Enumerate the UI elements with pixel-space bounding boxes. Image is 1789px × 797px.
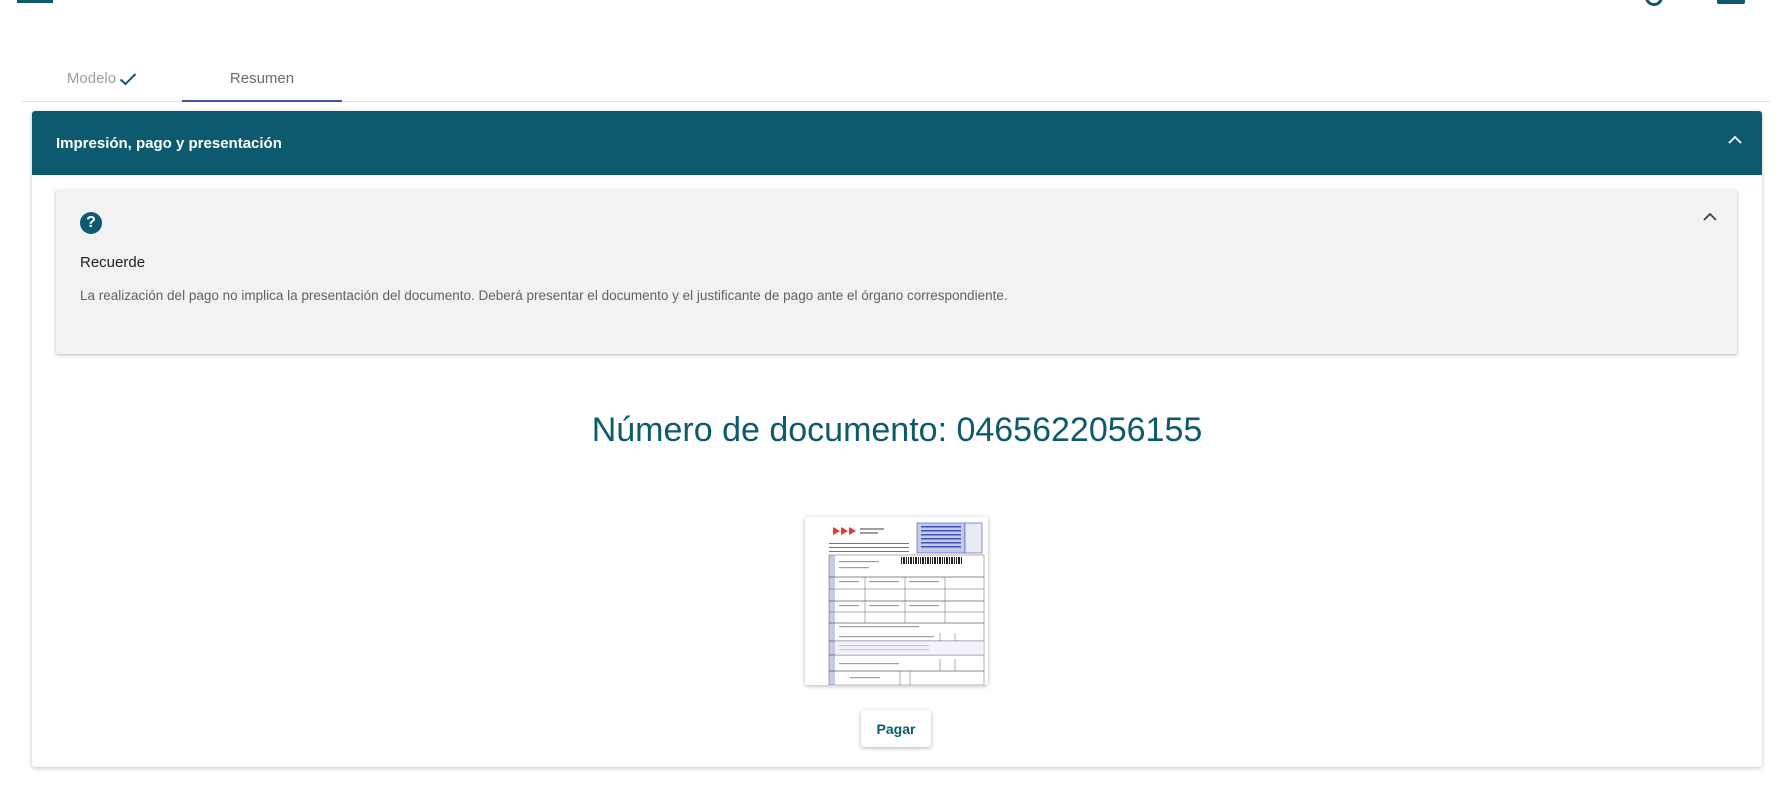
document-thumbnail-image xyxy=(805,517,988,685)
document-preview[interactable] xyxy=(805,517,988,685)
help-circle-icon: ? xyxy=(80,212,102,234)
tab-modelo[interactable]: Modelo xyxy=(22,56,182,101)
tab-resumen-label: Resumen xyxy=(229,70,295,87)
panel-header[interactable]: Impresión, pago y presentación xyxy=(32,111,1762,175)
check-icon xyxy=(119,72,137,85)
chevron-up-icon[interactable] xyxy=(1703,212,1717,221)
notice-text: La realización del pago no implica la pr… xyxy=(80,288,1008,303)
menu-icon[interactable] xyxy=(17,0,53,3)
tab-resumen[interactable]: Resumen xyxy=(182,56,342,101)
notice-title: Recuerde xyxy=(80,254,146,271)
step-tabs: Modelo Resumen xyxy=(22,56,1770,102)
tab-modelo-label: Modelo xyxy=(66,70,117,87)
summary-card: Impresión, pago y presentación ? Recuerd… xyxy=(32,111,1762,767)
active-tab-indicator xyxy=(182,100,342,102)
chevron-up-icon[interactable] xyxy=(1728,135,1742,144)
document-number: Número de documento: 0465622056155 xyxy=(591,411,1203,449)
pay-button[interactable]: Pagar xyxy=(861,710,931,747)
user-icon[interactable] xyxy=(1717,0,1745,4)
panel-title: Impresión, pago y presentación xyxy=(56,134,282,152)
notice-panel: ? Recuerde La realización del pago no im… xyxy=(56,190,1737,354)
help-icon[interactable] xyxy=(1645,0,1663,6)
